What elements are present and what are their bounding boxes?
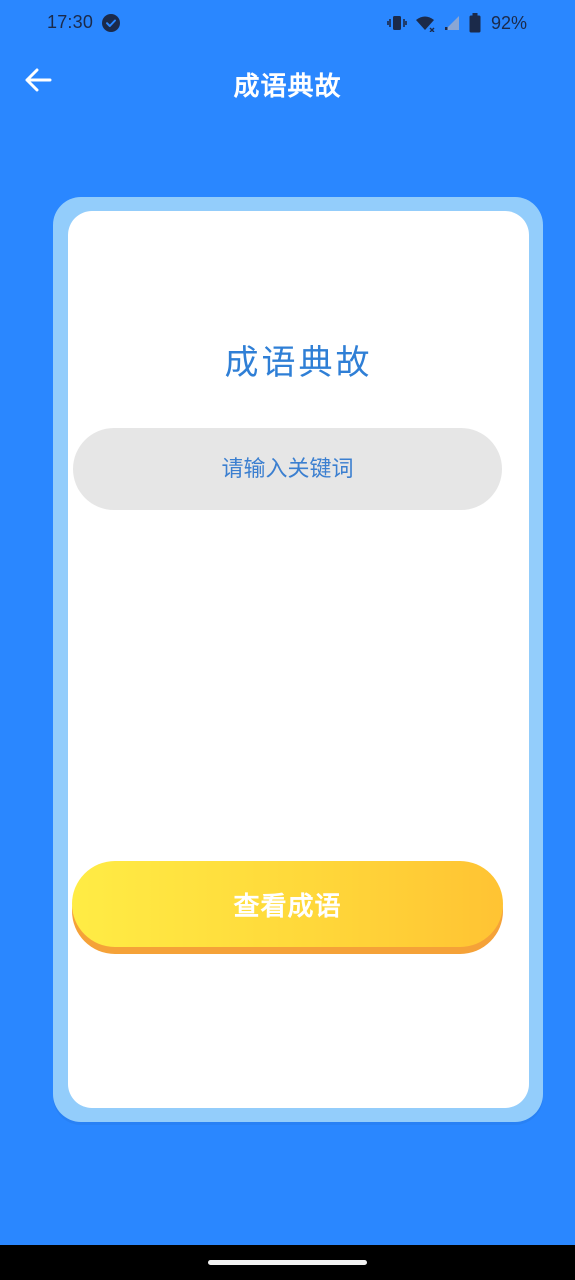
check-circle-icon xyxy=(102,14,120,32)
card-title: 成语典故 xyxy=(224,343,373,383)
view-idioms-button[interactable]: 查看成语 xyxy=(72,861,503,947)
status-bar: 17:30 92% xyxy=(0,0,575,48)
keyword-search-input[interactable] xyxy=(73,428,502,510)
signal-icon xyxy=(443,14,461,32)
vibrate-icon xyxy=(387,14,407,32)
status-icons: 92% xyxy=(387,10,527,36)
page-title: 成语典故 xyxy=(233,72,342,102)
home-indicator[interactable] xyxy=(208,1260,367,1265)
app-bar: 成语典故 xyxy=(0,48,575,116)
battery-icon xyxy=(469,13,481,33)
status-time: 17:30 xyxy=(47,12,94,32)
wifi-icon xyxy=(415,14,435,32)
battery-percent: 92% xyxy=(490,12,527,33)
